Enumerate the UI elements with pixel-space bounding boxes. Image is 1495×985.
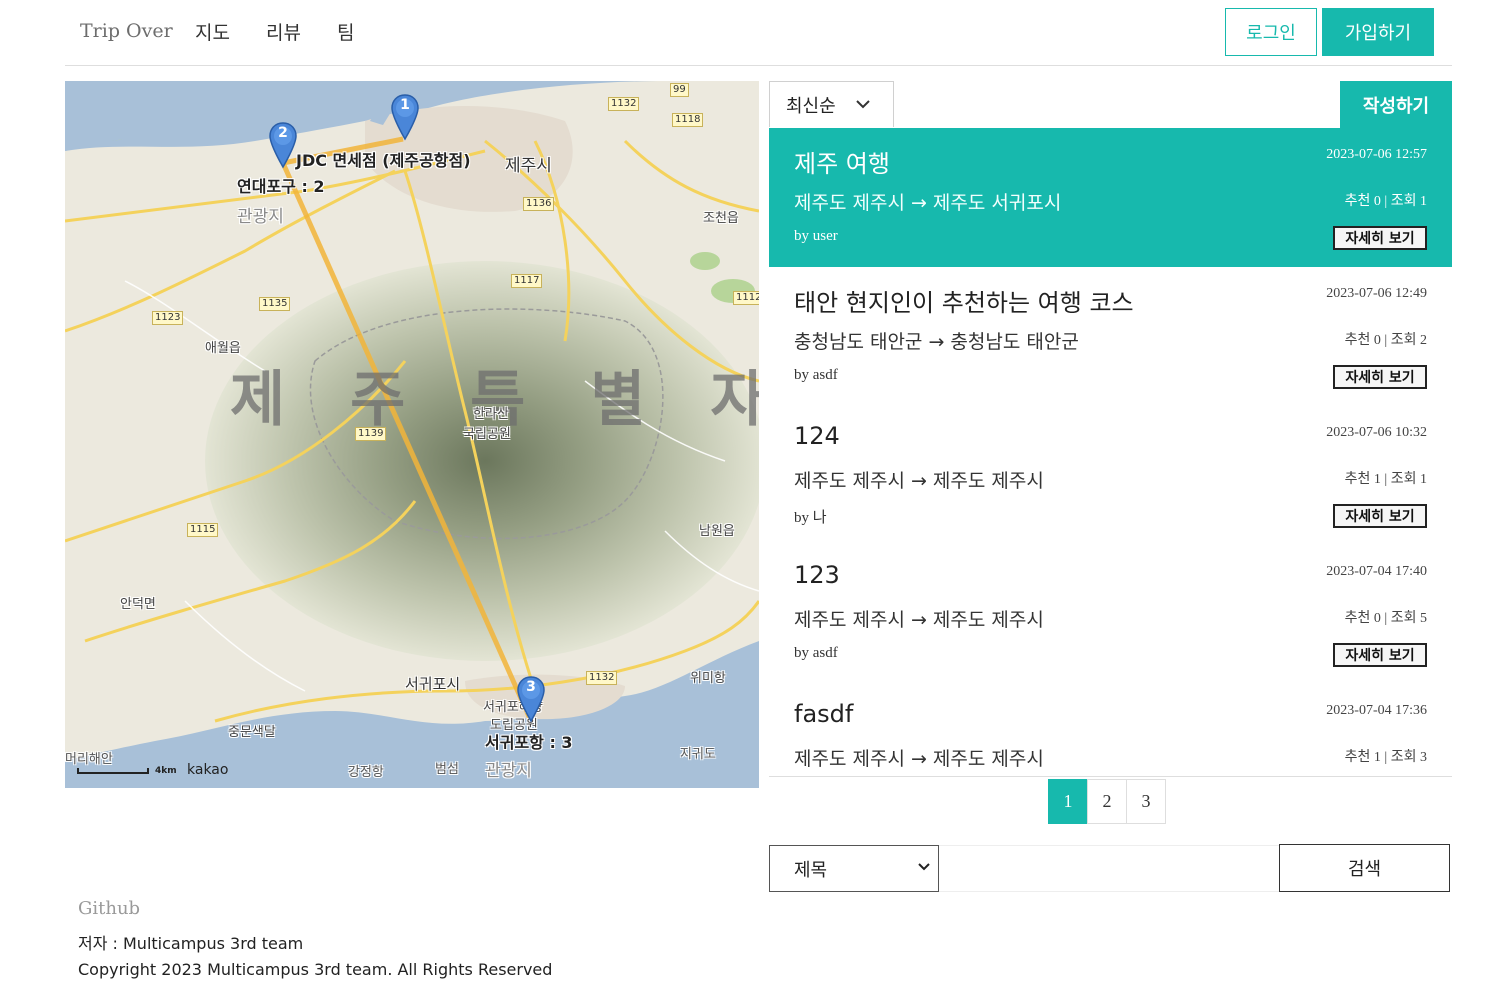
item-author: by asdf (794, 645, 838, 661)
map-marker-1[interactable]: 1 (391, 93, 419, 141)
map-label-gangjeong: 강정항 (348, 765, 384, 780)
item-stats: 추천 0 | 조회 5 (1344, 611, 1427, 626)
item-title: fasdf (794, 700, 854, 728)
list-item[interactable]: 태안 현지인이 추천하는 여행 코스 2023-07-06 12:49 충청남도… (769, 267, 1452, 406)
search-field-select[interactable]: 제목 (769, 845, 939, 892)
search-button[interactable]: 검색 (1279, 844, 1450, 892)
nav-divider (65, 65, 1452, 66)
chevron-down-icon (918, 860, 930, 875)
marker-label-3: 서귀포항 : 3 (485, 733, 573, 752)
marker-label-2: 연대포구 : 2 (237, 177, 325, 196)
item-stats: 추천 0 | 조회 2 (1344, 333, 1427, 348)
brand-logo[interactable]: Trip Over (80, 20, 173, 42)
road-number: 1123 (152, 311, 184, 325)
item-date: 2023-07-06 12:57 (1326, 147, 1427, 162)
marker-label-1: JDC 면세점 (제주공항점) (296, 151, 471, 170)
search-field-value: 제목 (794, 859, 828, 881)
list-item[interactable]: 제주 여행 2023-07-06 12:57 제주도 제주시 → 제주도 서귀포… (769, 128, 1452, 267)
map-label-gwangwangji-bottom: 관광지 (485, 761, 532, 781)
item-title: 제주 여행 (794, 150, 890, 178)
map-label-namwon: 남원읍 (699, 524, 735, 539)
item-route: 제주도 제주시 → 제주도 서귀포시 (794, 192, 1062, 214)
footer-author: 저자 : Multicampus 3rd team (78, 934, 304, 953)
map-scale-bar (77, 768, 149, 774)
detail-button[interactable]: 자세히 보기 (1333, 504, 1427, 528)
nav-link-map[interactable]: 지도 (195, 18, 230, 45)
map-marker-2[interactable]: 2 (269, 121, 297, 169)
map-label-jungmun: 중문색달 (228, 725, 276, 740)
list-item[interactable]: 124 2023-07-06 10:32 제주도 제주시 → 제주도 제주시 추… (769, 406, 1452, 545)
nav-link-review[interactable]: 리뷰 (266, 18, 301, 45)
road-number: 1117 (511, 274, 543, 288)
item-title: 123 (794, 561, 840, 589)
list-item[interactable]: 123 2023-07-04 17:40 제주도 제주시 → 제주도 제주시 추… (769, 545, 1452, 684)
list-divider (769, 776, 1452, 777)
marker-number: 2 (278, 125, 288, 141)
item-route: 제주도 제주시 → 제주도 제주시 (794, 748, 1044, 770)
map-label-gwangwangji-top: 관광지 (237, 207, 284, 227)
detail-button[interactable]: 자세히 보기 (1333, 643, 1427, 667)
road-number: 1135 (259, 297, 291, 311)
item-stats: 추천 0 | 조회 1 (1344, 194, 1427, 209)
map-label-hallasan: 한라산 (473, 407, 509, 422)
sort-dropdown[interactable]: 최신순 (769, 81, 894, 127)
map-label-wimi: 위미항 (690, 671, 726, 686)
page-button-2[interactable]: 2 (1087, 779, 1127, 824)
item-title: 124 (794, 422, 840, 450)
item-stats: 추천 1 | 조회 1 (1344, 472, 1427, 487)
map-label-seogwipo: 서귀포시 (405, 675, 461, 693)
map-marker-3[interactable]: 3 (517, 675, 545, 723)
map-scale-label: 4km (155, 766, 177, 776)
review-list: 제주 여행 2023-07-06 12:57 제주도 제주시 → 제주도 서귀포… (769, 128, 1452, 776)
footer-github-link[interactable]: Github (78, 898, 140, 919)
road-number: 1115 (187, 523, 219, 537)
road-number: 1132 (608, 97, 640, 111)
item-title: 태안 현지인이 추천하는 여행 코스 (794, 289, 1134, 317)
map-label-jocheon: 조천읍 (703, 211, 739, 226)
road-number: 1136 (523, 197, 555, 211)
footer-copyright: Copyright 2023 Multicampus 3rd team. All… (78, 960, 553, 979)
nav-link-team[interactable]: 팀 (337, 18, 354, 45)
road-number: 1118 (672, 113, 704, 127)
map-label-andeok: 안덕면 (120, 597, 156, 612)
page-button-1[interactable]: 1 (1048, 779, 1088, 824)
map-label-jeju-city: 제주시 (505, 156, 552, 176)
detail-button[interactable]: 자세히 보기 (1333, 365, 1427, 389)
map-label-national-park: 국립공원 (463, 427, 511, 442)
write-button[interactable]: 작성하기 (1340, 81, 1452, 128)
map-attribution: kakao (187, 762, 229, 778)
item-date: 2023-07-04 17:36 (1326, 703, 1427, 718)
route-map[interactable]: 제주시 조천읍 관광지 애월읍 제 주 특 별 자 치 한라산 국립공원 남원읍… (65, 81, 759, 788)
road-number: 1112 (733, 291, 759, 305)
item-date: 2023-07-06 10:32 (1326, 425, 1427, 440)
marker-number: 3 (526, 679, 536, 695)
item-route: 제주도 제주시 → 제주도 제주시 (794, 470, 1044, 492)
item-author: by user (794, 228, 838, 244)
page-button-3[interactable]: 3 (1126, 779, 1166, 824)
signup-button[interactable]: 가입하기 (1322, 8, 1434, 56)
search-input[interactable] (939, 845, 1280, 892)
map-label-jigwido: 지귀도 (680, 747, 716, 762)
chevron-down-icon (855, 97, 870, 113)
item-author: by 나 (794, 510, 827, 526)
item-author: by asdf (794, 367, 838, 383)
marker-number: 1 (400, 97, 410, 113)
pagination: 1 2 3 (1048, 779, 1166, 824)
sort-label: 최신순 (786, 95, 836, 117)
road-number: 99 (670, 83, 689, 97)
map-label-beomseom: 범섬 (435, 762, 459, 777)
item-stats: 추천 1 | 조회 3 (1344, 750, 1427, 765)
item-route: 충청남도 태안군 → 충청남도 태안군 (794, 331, 1079, 353)
item-date: 2023-07-04 17:40 (1326, 564, 1427, 579)
item-route: 제주도 제주시 → 제주도 제주시 (794, 609, 1044, 631)
road-number: 1139 (355, 427, 387, 441)
map-label-coast: 머리해안 (65, 752, 113, 767)
top-navbar: Trip Over 지도 리뷰 팀 로그인 가입하기 (0, 0, 1495, 66)
item-date: 2023-07-06 12:49 (1326, 286, 1427, 301)
login-button[interactable]: 로그인 (1225, 8, 1317, 56)
detail-button[interactable]: 자세히 보기 (1333, 226, 1427, 250)
road-number: 1132 (586, 671, 618, 685)
list-item[interactable]: fasdf 2023-07-04 17:36 제주도 제주시 → 제주도 제주시… (769, 684, 1452, 776)
